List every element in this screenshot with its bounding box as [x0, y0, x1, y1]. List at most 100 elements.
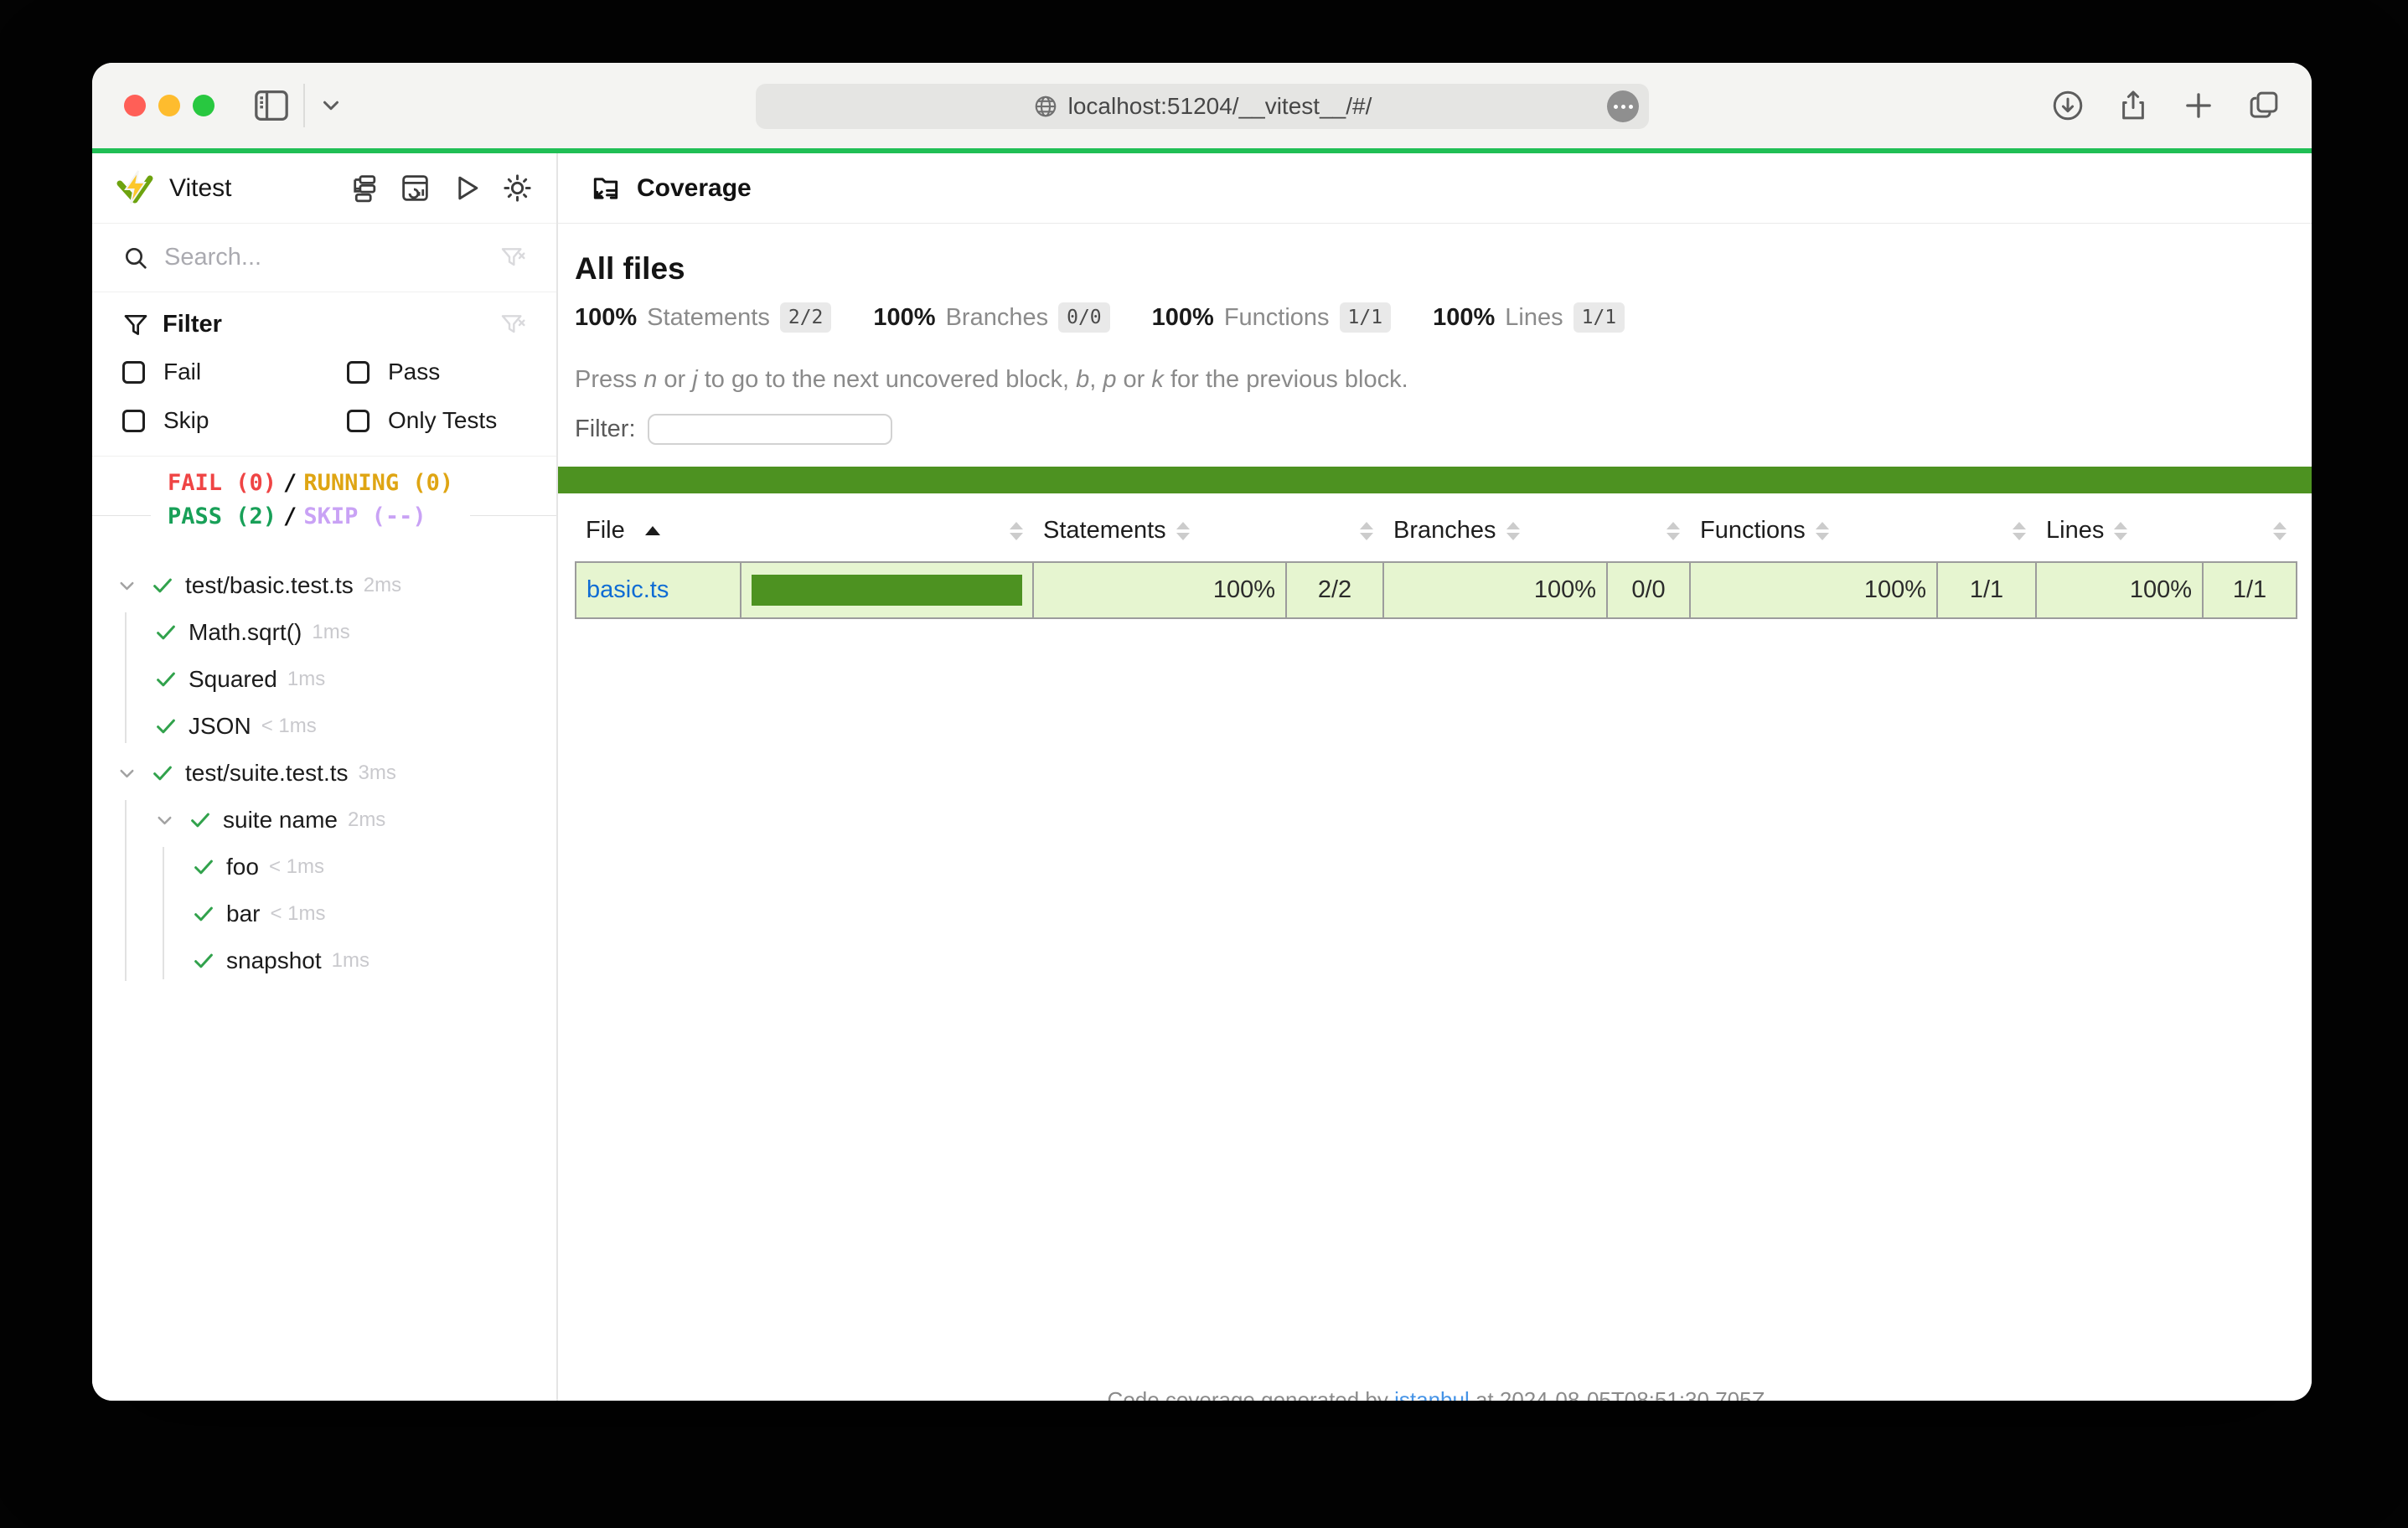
lines-raw-cell: 1/1 [2203, 562, 2297, 618]
file-link[interactable]: basic.ts [586, 576, 669, 603]
tree-item[interactable]: suite name2ms [92, 797, 556, 844]
minimize-window-button[interactable] [158, 95, 180, 116]
istanbul-link[interactable]: istanbul [1394, 1387, 1470, 1401]
test-name: Math.sqrt() [189, 619, 302, 646]
sort-header-bar[interactable] [741, 500, 1033, 562]
dashboard-icon[interactable] [400, 173, 431, 204]
panel-title: Coverage [637, 174, 752, 203]
chevron-down-icon[interactable] [153, 809, 176, 832]
tree-item[interactable]: Squared1ms [92, 656, 556, 703]
sort-header-statements[interactable]: Statements [1033, 500, 1286, 562]
tabs-overview-icon[interactable] [2246, 88, 2281, 123]
sort-header-lines-raw[interactable] [2203, 500, 2297, 562]
coverage-metric: 100%Branches0/0 [873, 302, 1109, 333]
sort-asc-icon [645, 526, 660, 535]
search-input[interactable] [164, 244, 484, 271]
functions-pct-cell: 100% [1690, 562, 1937, 618]
app-title: Vitest [169, 174, 232, 203]
more-options-icon[interactable] [1607, 90, 1639, 122]
coverage-metric: 100%Statements2/2 [575, 302, 831, 333]
sort-header-file[interactable]: File [576, 500, 741, 562]
globe-icon [1033, 94, 1058, 119]
tree-item[interactable]: test/suite.test.ts 3ms [92, 750, 556, 797]
branches-pct-cell: 100% [1383, 562, 1607, 618]
traffic-lights [124, 95, 214, 116]
sort-header-functions[interactable]: Functions [1690, 500, 1937, 562]
chevron-down-icon[interactable] [318, 93, 344, 118]
search-icon [122, 245, 149, 271]
tree-guide-line [125, 800, 127, 981]
sort-header-branches[interactable]: Branches [1383, 500, 1607, 562]
test-duration: 1ms [312, 621, 349, 644]
sort-arrows-icon [1816, 522, 1829, 540]
clear-filter-icon[interactable] [499, 245, 526, 271]
fail-count: FAIL (0) [168, 470, 276, 496]
sort-arrows-icon [1176, 522, 1190, 540]
filter-option-pass[interactable]: Pass [347, 359, 526, 385]
test-name: test/suite.test.ts [185, 760, 349, 787]
test-duration: 3ms [359, 761, 396, 785]
theme-toggle-icon[interactable] [502, 173, 533, 204]
functions-raw-cell: 1/1 [1937, 562, 2036, 618]
coverage-bar-cell [741, 562, 1033, 618]
download-icon[interactable] [2050, 88, 2085, 123]
checkbox[interactable] [347, 361, 369, 384]
vitest-sidebar: Vitest [92, 153, 558, 1401]
checkbox-label: Skip [163, 407, 209, 434]
run-all-icon[interactable] [451, 173, 482, 204]
test-name: test/basic.test.ts [185, 572, 354, 599]
checkbox[interactable] [347, 410, 369, 432]
lines-pct-cell: 100% [2036, 562, 2203, 618]
toolbar-divider [303, 84, 305, 127]
coverage-folder-icon [590, 173, 622, 204]
tree-view-icon[interactable] [349, 173, 380, 204]
pass-check-icon [153, 667, 178, 692]
filter-option-fail[interactable]: Fail [122, 359, 347, 385]
tree-guide-line [163, 847, 164, 979]
new-tab-icon[interactable] [2181, 88, 2216, 123]
browser-window: localhost:51204/__vitest__/#/ [92, 63, 2312, 1401]
coverage-metrics: 100%Statements2/2100%Branches0/0100%Func… [575, 302, 2297, 333]
share-icon[interactable] [2116, 88, 2151, 123]
sort-header-branches-raw[interactable] [1607, 500, 1690, 562]
vitest-logo-icon [116, 169, 154, 208]
coverage-panel-header: Coverage [558, 153, 2312, 224]
test-duration: < 1ms [269, 855, 324, 879]
checkbox-label: Only Tests [388, 407, 497, 434]
tree-item[interactable]: test/basic.test.ts2ms [92, 562, 556, 609]
test-duration: 1ms [287, 668, 325, 691]
chevron-down-icon[interactable] [116, 575, 138, 597]
test-name: snapshot [226, 947, 322, 974]
pass-check-icon [191, 854, 216, 880]
sort-arrows-icon [2114, 522, 2127, 540]
checkbox[interactable] [122, 361, 145, 384]
checkbox[interactable] [122, 410, 145, 432]
filter-option-only-tests[interactable]: Only Tests [347, 407, 526, 434]
pass-check-icon [191, 901, 216, 927]
checkbox-label: Fail [163, 359, 201, 385]
close-window-button[interactable] [124, 95, 146, 116]
clear-filter-icon[interactable] [499, 312, 526, 338]
address-bar[interactable]: localhost:51204/__vitest__/#/ [756, 84, 1649, 129]
sidebar-toggle-icon[interactable] [253, 89, 290, 122]
coverage-table: File Statements [575, 500, 2297, 619]
pass-check-icon [191, 948, 216, 973]
zoom-window-button[interactable] [193, 95, 214, 116]
pass-check-icon [153, 714, 178, 739]
filter-options: Fail Pass Skip Only Tests [122, 359, 526, 434]
pass-check-icon [150, 761, 175, 786]
chevron-down-icon[interactable] [116, 762, 138, 785]
sort-arrows-icon [1010, 522, 1023, 540]
pass-check-icon [150, 573, 175, 598]
sort-header-functions-raw[interactable] [1937, 500, 2036, 562]
tree-item[interactable]: JSON< 1ms [92, 703, 556, 750]
sort-arrows-icon [1506, 522, 1520, 540]
coverage-filter-label: Filter: [575, 416, 636, 443]
running-count: RUNNING (0) [303, 470, 453, 496]
filter-option-skip[interactable]: Skip [122, 407, 347, 434]
coverage-filter-input[interactable] [648, 414, 892, 445]
metric-fraction-badge: 1/1 [1340, 302, 1392, 333]
tree-item[interactable]: Math.sqrt() 1ms [92, 609, 556, 656]
sort-header-statements-raw[interactable] [1286, 500, 1383, 562]
sort-header-lines[interactable]: Lines [2036, 500, 2203, 562]
